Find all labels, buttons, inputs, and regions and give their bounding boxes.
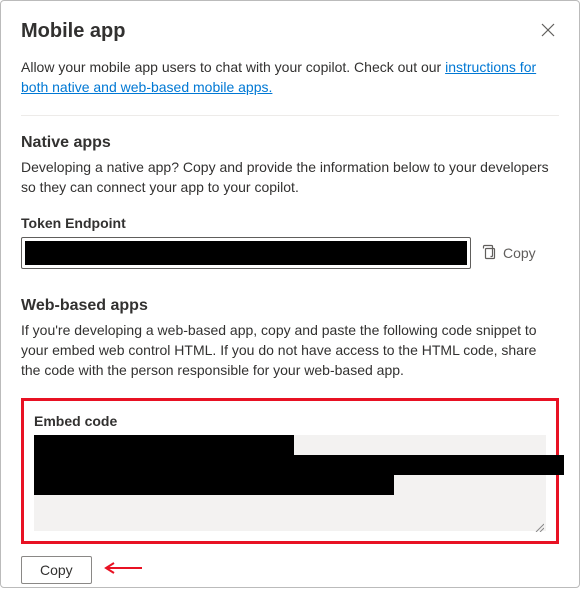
resize-handle-icon[interactable]	[534, 519, 544, 529]
copy-button-row: Copy	[21, 556, 559, 584]
intro-prefix: Allow your mobile app users to chat with…	[21, 59, 445, 75]
native-section-desc: Developing a native app? Copy and provid…	[21, 158, 559, 197]
copy-token-button[interactable]: Copy	[481, 244, 536, 263]
close-button[interactable]	[537, 19, 559, 44]
redacted-content	[25, 241, 467, 265]
copy-token-label: Copy	[503, 245, 536, 261]
embed-highlight-box: Embed code	[21, 398, 559, 544]
redacted-content	[34, 435, 294, 455]
panel-header: Mobile app	[21, 19, 559, 44]
copy-icon	[481, 244, 497, 263]
page-title: Mobile app	[21, 20, 125, 43]
token-endpoint-input[interactable]	[21, 237, 471, 269]
embed-code-label: Embed code	[34, 413, 546, 429]
intro-text: Allow your mobile app users to chat with…	[21, 58, 559, 97]
copy-embed-button[interactable]: Copy	[21, 556, 92, 584]
close-icon	[541, 24, 555, 40]
redacted-content	[34, 455, 564, 475]
divider	[21, 115, 559, 116]
web-section-title: Web-based apps	[21, 297, 559, 315]
token-row: Copy	[21, 237, 559, 269]
mobile-app-panel: Mobile app Allow your mobile app users t…	[0, 0, 580, 588]
native-section-title: Native apps	[21, 134, 559, 152]
annotation-arrow-icon	[102, 561, 142, 580]
web-section-desc: If you're developing a web-based app, co…	[21, 321, 559, 380]
token-endpoint-label: Token Endpoint	[21, 215, 559, 231]
embed-code-textarea[interactable]	[34, 435, 546, 531]
redacted-content	[34, 475, 394, 495]
